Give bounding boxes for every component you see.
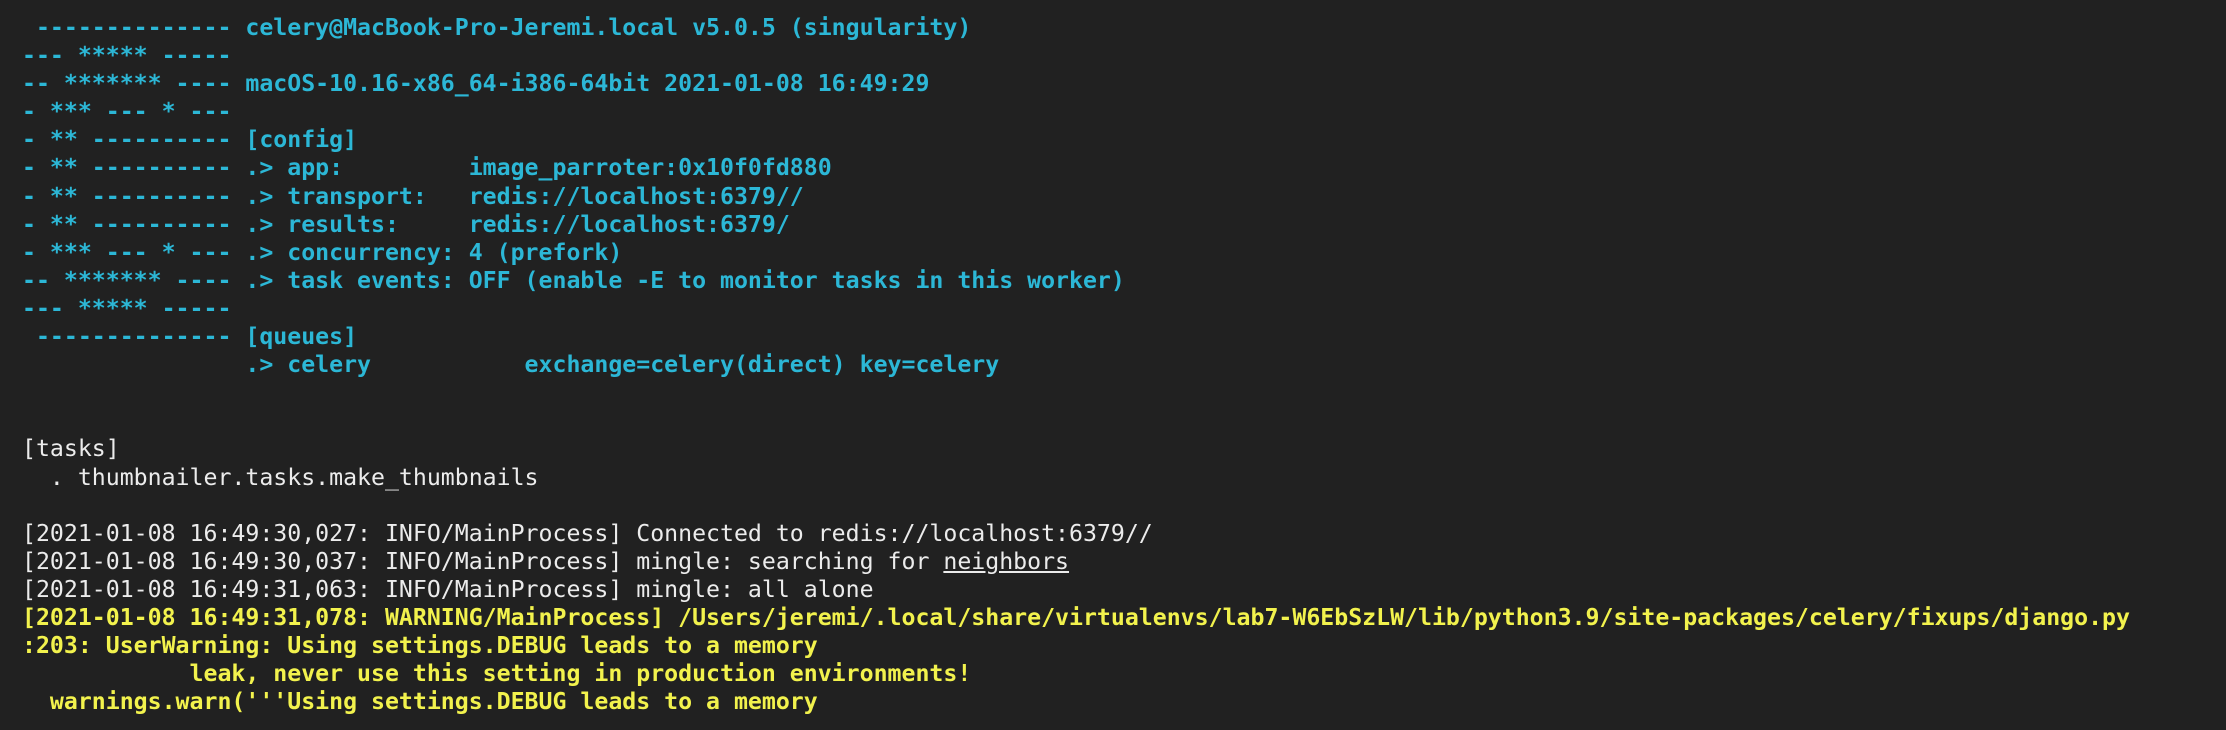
banner-line: -- ******* ---- .> task events: OFF (ena… xyxy=(22,266,1125,294)
log-line: [2021-01-08 16:49:31,063: INFO/MainProce… xyxy=(22,575,874,603)
banner-line: -------------- celery@MacBook-Pro-Jeremi… xyxy=(22,14,972,41)
banner-line: .> celery exchange=celery(direct) key=ce… xyxy=(22,351,1000,379)
warning-line: :203: UserWarning: Using settings.DEBUG … xyxy=(22,632,818,660)
banner-line: -------------- [queues] xyxy=(22,323,358,351)
log-line: [2021-01-08 16:49:30,037: INFO/MainProce… xyxy=(22,547,1070,575)
banner-line: - ** ---------- .> results: redis://loca… xyxy=(22,210,790,238)
banner-line: --- ***** ----- xyxy=(22,42,232,70)
tasks-heading: [tasks] xyxy=(22,435,120,463)
banner-line: - *** --- * --- .> concurrency: 4 (prefo… xyxy=(22,238,623,266)
task-item: . thumbnailer.tasks.make_thumbnails xyxy=(22,463,539,491)
underlined-word: neighbors xyxy=(943,547,1070,575)
banner-line: - ** ---------- [config] xyxy=(22,126,358,154)
banner-line: -- ******* ---- macOS-10.16-x86_64-i386-… xyxy=(22,70,930,98)
warning-line: [2021-01-08 16:49:31,078: WARNING/MainPr… xyxy=(22,603,2130,631)
banner-line: - *** --- * --- xyxy=(22,98,232,126)
terminal-output[interactable]: -------------- celery@MacBook-Pro-Jeremi… xyxy=(22,14,2222,716)
log-line: [2021-01-08 16:49:30,027: INFO/MainProce… xyxy=(22,519,1153,547)
banner-line: - ** ---------- .> app: image_parroter:0… xyxy=(22,154,832,182)
banner-line: --- ***** ----- xyxy=(22,294,232,322)
banner-line: - ** ---------- .> transport: redis://lo… xyxy=(22,182,804,210)
warning-line: warnings.warn('''Using settings.DEBUG le… xyxy=(22,688,818,716)
warning-line: leak, never use this setting in producti… xyxy=(22,660,972,688)
